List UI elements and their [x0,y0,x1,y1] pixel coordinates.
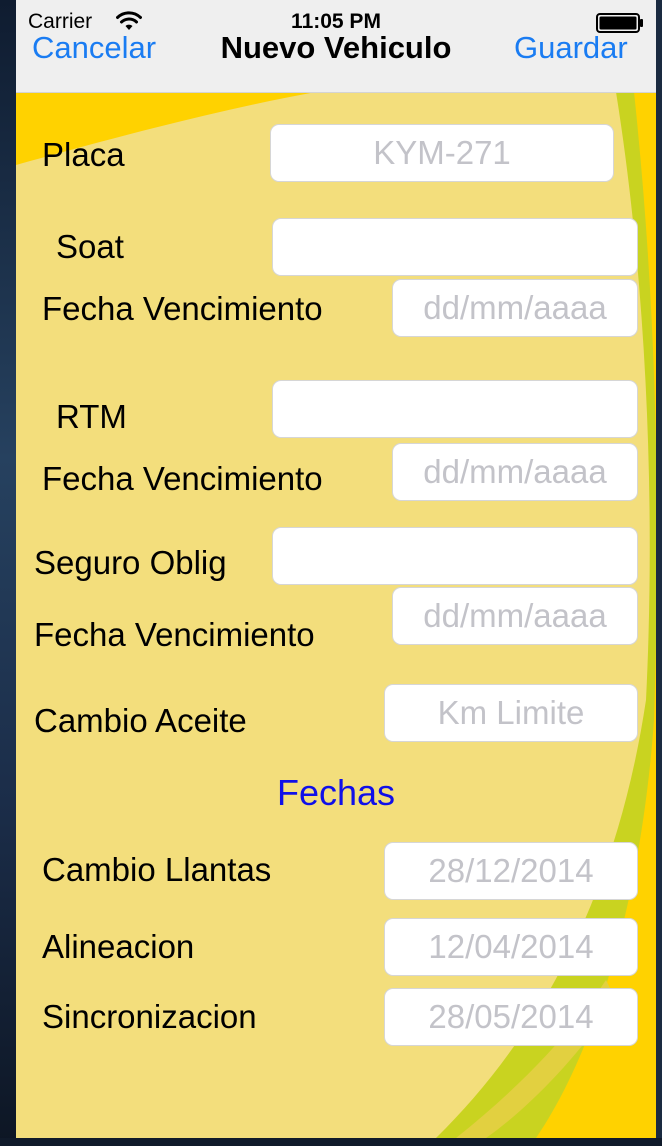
rtm-input[interactable] [272,380,638,438]
seguro-date-input[interactable] [392,587,638,645]
phone-screen: Carrier 11:05 PM Cancelar Nuevo Vehiculo… [16,0,656,1138]
placa-label: Placa [42,136,125,173]
alineacion-date-input[interactable] [384,918,638,976]
rtm-date-label: Fecha Vencimiento [42,460,323,497]
navigation-bar: Carrier 11:05 PM Cancelar Nuevo Vehiculo… [16,0,656,93]
alineacion-label: Alineacion [42,928,195,965]
seguro-input[interactable] [272,527,638,585]
soat-input[interactable] [272,218,638,276]
seguro-label: Seguro Oblig [34,544,227,581]
llantas-date-input[interactable] [384,842,638,900]
right-window-edge [656,0,662,1146]
sincronizacion-label: Sincronizacion [42,998,257,1035]
fechas-section-title: Fechas [276,772,396,813]
soat-label: Soat [56,228,124,265]
llantas-label: Cambio Llantas [42,851,272,888]
soat-date-input[interactable] [392,279,638,337]
rtm-date-input[interactable] [392,443,638,501]
bottom-window-edge [0,1138,662,1146]
sincronizacion-date-input[interactable] [384,988,638,1046]
aceite-km-input[interactable] [384,684,638,742]
placa-input[interactable] [270,124,614,182]
rtm-label: RTM [56,398,127,435]
save-button[interactable]: Guardar [514,30,628,66]
soat-date-label: Fecha Vencimiento [42,290,323,327]
seguro-date-label: Fecha Vencimiento [34,616,315,653]
left-window-edge [0,0,16,1146]
aceite-label: Cambio Aceite [34,702,247,739]
